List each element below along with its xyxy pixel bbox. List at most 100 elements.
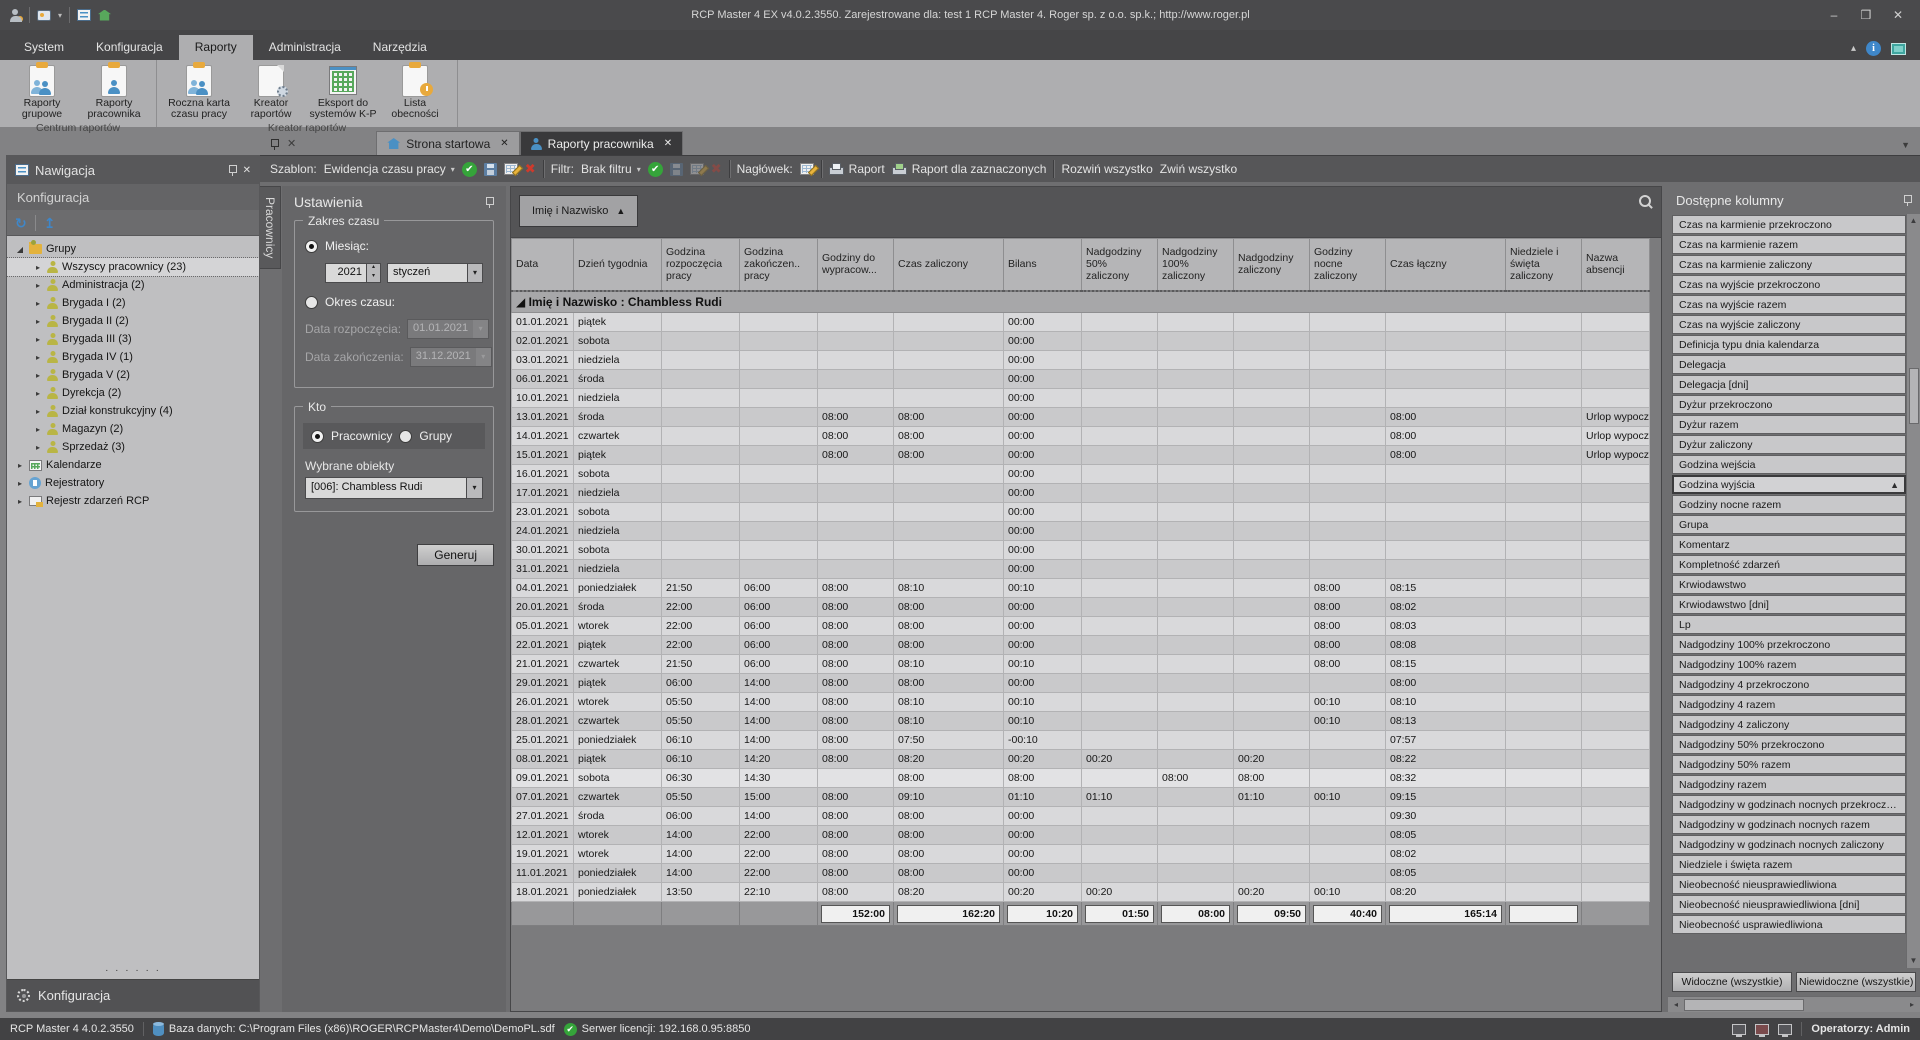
year-stepper[interactable]: 2021 ▴ ▾ [325,263,381,283]
search-icon[interactable] [1639,195,1653,209]
navigation-icon[interactable] [77,9,91,21]
table-row[interactable]: 02.01.2021sobota00:00 [512,332,1650,351]
column-item-godziny-nocne-razem[interactable]: Godziny nocne razem [1672,495,1906,514]
save-template-icon[interactable] [484,163,497,176]
horizontal-scrollbar[interactable]: ◂ ▸ [1668,996,1920,1012]
column-header-nadgodziny-zaliczony[interactable]: Nadgodziny zaliczony [1234,239,1310,291]
column-item-godzina-wyjścia[interactable]: Godzina wyjścia▲ [1672,475,1906,494]
tree-item-brygada-iii-3[interactable]: ▸Brygada III (3) [7,330,259,348]
column-item-nadgodziny-razem[interactable]: Nadgodziny razem [1672,775,1906,794]
column-item-nieobecność-nieusprawiedliwiona[interactable]: Nieobecność nieusprawiedliwiona [1672,875,1906,894]
configuration-button[interactable]: Konfiguracja [7,979,259,1011]
tree-item-rejestratory[interactable]: ▸Rejestratory [7,474,259,492]
column-item-nadgodziny-50%-przekroczono[interactable]: Nadgodziny 50% przekroczono [1672,735,1906,754]
apply-template-icon[interactable]: ✔ [462,162,477,177]
table-row[interactable]: 13.01.2021środa08:0008:0000:0008:00Urlop… [512,408,1650,427]
card-icon[interactable] [37,10,51,21]
column-item-niedziele-i-święta-razem[interactable]: Niedziele i święta razem [1672,855,1906,874]
close-button[interactable]: ✕ [1884,4,1912,26]
column-item-nadgodziny-w-godzinach-nocnych-razem[interactable]: Nadgodziny w godzinach nocnych razem [1672,815,1906,834]
column-header-nazwa-absencji[interactable]: Nazwa absencji [1582,239,1650,291]
tree-expander-icon[interactable]: ▸ [33,389,43,398]
pin-icon[interactable] [1903,194,1912,206]
tree-item-dyrekcja-2[interactable]: ▸Dyrekcja (2) [7,384,259,402]
vertical-scrollbar[interactable]: ▲ ▼ [1906,214,1920,968]
table-row[interactable]: 29.01.2021piątek06:0014:0008:0008:0000:0… [512,674,1650,693]
pin-icon[interactable] [228,164,237,176]
table-row[interactable]: 19.01.2021wtorek14:0022:0008:0008:0000:0… [512,845,1650,864]
table-row[interactable]: 26.01.2021wtorek05:5014:0008:0008:1000:1… [512,693,1650,712]
tree-expander-icon[interactable]: ▸ [33,281,43,290]
generuj-button[interactable]: Generuj [417,544,494,566]
table-row[interactable]: 06.01.2021środa00:00 [512,370,1650,389]
tree-item-magazyn-2[interactable]: ▸Magazyn (2) [7,420,259,438]
tree-expander-icon[interactable]: ▸ [15,479,25,488]
table-row[interactable]: 27.01.2021środa06:0014:0008:0008:0000:00… [512,807,1650,826]
table-row[interactable]: 30.01.2021sobota00:00 [512,541,1650,560]
edit-filter-icon[interactable] [690,163,704,175]
pracownicy-radio-option[interactable]: Pracownicy [311,429,392,443]
ribbon-tab-system[interactable]: System [8,35,80,60]
raporty-pracownika-button[interactable]: Raporty pracownika [78,60,150,120]
tree-expander-icon[interactable]: ▸ [33,443,43,452]
grupy-radio[interactable] [399,430,412,443]
tree-expander-icon[interactable]: ▸ [15,461,25,470]
ribbon-tab-konfiguracja[interactable]: Konfiguracja [80,35,179,60]
wybrane-obiekty-select[interactable]: [006]: Chambless Rudi ▾ [305,477,483,499]
column-header-czas-łączny[interactable]: Czas łączny [1386,239,1506,291]
column-item-komentarz[interactable]: Komentarz [1672,535,1906,554]
pin-icon[interactable] [485,196,494,208]
column-item-krwiodawstwo-dni[interactable]: Krwiodawstwo [dni] [1672,595,1906,614]
scroll-down-icon[interactable]: ▼ [1910,954,1918,968]
table-row[interactable]: 22.01.2021piątek22:0006:0008:0008:0000:0… [512,636,1650,655]
tree-item-grupy[interactable]: ◢Grupy [7,240,259,258]
tree-item-brygada-i-2[interactable]: ▸Brygada I (2) [7,294,259,312]
column-item-nadgodziny-100%-przekroczono[interactable]: Nadgodziny 100% przekroczono [1672,635,1906,654]
raport-zaznaczone-button[interactable]: Raport dla zaznaczonych [892,162,1047,176]
edit-header-icon[interactable] [800,163,814,175]
table-row[interactable]: 12.01.2021wtorek14:0022:0008:0008:0000:0… [512,826,1650,845]
column-item-dyżur-przekroczono[interactable]: Dyżur przekroczono [1672,395,1906,414]
column-header-godziny-do-wypracow[interactable]: Godziny do wypracow... [818,239,894,291]
column-item-czas-na-wyjście-razem[interactable]: Czas na wyjście razem [1672,295,1906,314]
table-row[interactable]: 18.01.2021poniedziałek13:5022:1008:0008:… [512,883,1650,902]
tree-item-brygada-v-2[interactable]: ▸Brygada V (2) [7,366,259,384]
user-clock-icon[interactable] [10,9,22,22]
column-item-grupa[interactable]: Grupa [1672,515,1906,534]
pracownicy-radio[interactable] [311,430,324,443]
column-item-czas-na-wyjście-przekroczono[interactable]: Czas na wyjście przekroczono [1672,275,1906,294]
scrollbar-thumb[interactable] [1684,999,1804,1011]
column-header-nadgodziny-100%-zaliczony[interactable]: Nadgodziny 100% zaliczony [1158,239,1234,291]
tree-item-rejestr-zdarzeń-rcp[interactable]: ▸Rejestr zdarzeń RCP [7,492,259,510]
column-item-czas-na-karmienie-razem[interactable]: Czas na karmienie razem [1672,235,1906,254]
szablon-combo[interactable]: Ewidencja czasu pracy ▾ [324,162,455,176]
column-item-nadgodziny-w-godzinach-nocnych-przekroczono[interactable]: Nadgodziny w godzinach nocnych przekrocz… [1672,795,1906,814]
column-item-kompletność-zdarzeń[interactable]: Kompletność zdarzeń [1672,555,1906,574]
scroll-up-icon[interactable]: ▲ [1910,214,1918,228]
minimize-button[interactable]: – [1820,4,1848,26]
ribbon-tab-raporty[interactable]: Raporty [179,35,253,60]
column-header-godzina-zakończen-pracy[interactable]: Godzina zakończen.. pracy [740,239,818,291]
device-status-icon[interactable] [1732,1024,1746,1035]
niewidoczne-button[interactable]: Niewidoczne (wszystkie) [1796,972,1916,992]
tree-item-dział-konstrukcyjny-4[interactable]: ▸Dział konstrukcyjny (4) [7,402,259,420]
table-row[interactable]: 10.01.2021niedziela00:00 [512,389,1650,408]
table-row[interactable]: 14.01.2021czwartek08:0008:0000:0008:00Ur… [512,427,1650,446]
table-row[interactable]: 25.01.2021poniedziałek06:1014:0008:0007:… [512,731,1650,750]
raporty-grupowe-button[interactable]: Raporty grupowe [6,60,78,120]
panel-splitter[interactable]: · · · · · · [7,965,259,979]
ribbon-tab-administracja[interactable]: Administracja [253,35,357,60]
table-row[interactable]: 21.01.2021czwartek21:5006:0008:0008:1000… [512,655,1650,674]
table-row[interactable]: 24.01.2021niedziela00:00 [512,522,1650,541]
tree-expander-icon[interactable]: ▸ [33,425,43,434]
tab-pracownicy-vertical[interactable]: Pracownicy [260,186,281,269]
collapse-ribbon-icon[interactable]: ▴ [1851,43,1856,54]
collapse-all-icon[interactable]: ↥ [44,216,56,230]
lista-obecności-button[interactable]: Lista obecności [379,60,451,120]
save-filter-icon[interactable] [670,163,683,176]
filtr-combo[interactable]: Brak filtru ▾ [581,162,641,176]
delete-template-icon[interactable]: ✖ [525,161,536,177]
column-header-data[interactable]: Data [512,239,574,291]
column-header-godziny-nocne-zaliczony[interactable]: Godziny nocne zaliczony [1310,239,1386,291]
tree-expander-icon[interactable]: ◢ [15,245,25,254]
